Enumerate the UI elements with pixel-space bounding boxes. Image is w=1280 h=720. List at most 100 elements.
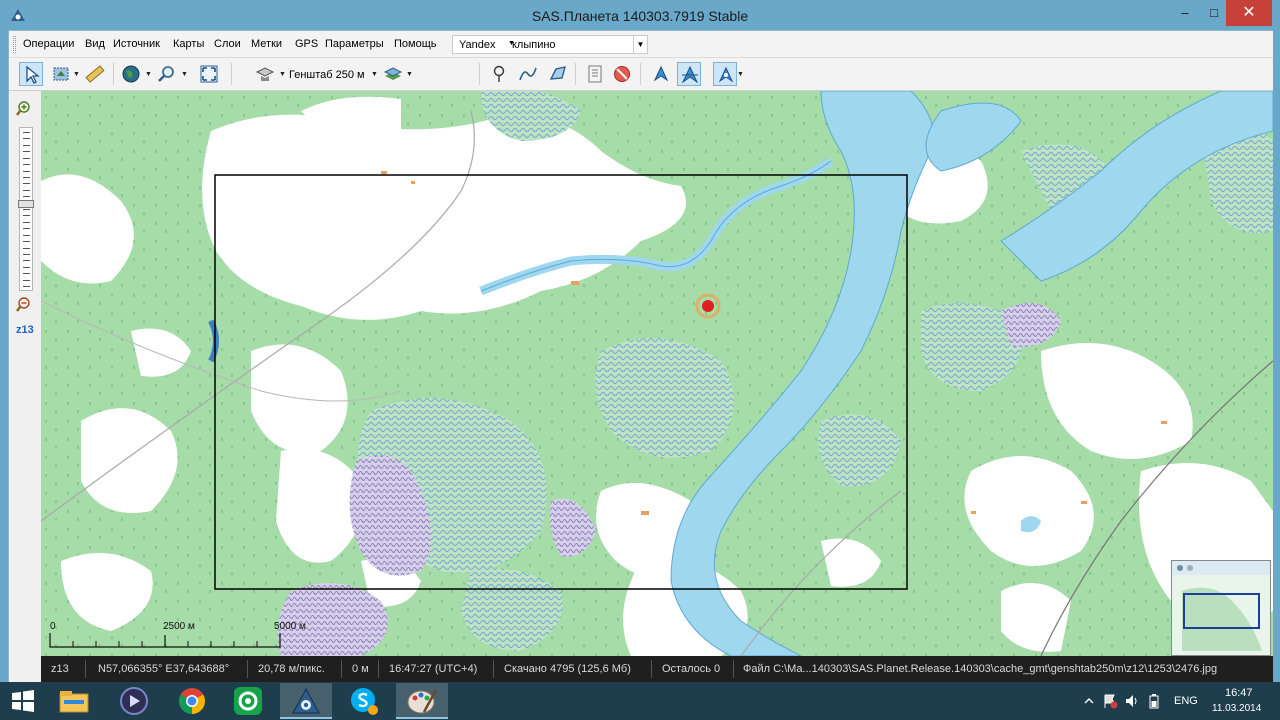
select-tool-button[interactable]	[19, 62, 43, 86]
chevron-down-icon[interactable]: ▼	[145, 71, 152, 78]
add-marker-button[interactable]	[487, 62, 511, 86]
taskbar-paint[interactable]	[396, 683, 448, 719]
volume-icon[interactable]	[1124, 693, 1140, 709]
select-icon	[26, 65, 40, 84]
zoom-in-button[interactable]	[16, 100, 34, 118]
zoom-tick	[23, 234, 30, 236]
globe-icon	[122, 65, 140, 83]
menu-maps[interactable]: Карты	[173, 38, 204, 50]
status-remaining: Осталось 0	[662, 663, 721, 675]
zoom-button[interactable]	[155, 62, 179, 86]
menu-operations[interactable]: Операции	[23, 38, 74, 50]
gps-track-button[interactable]	[677, 62, 701, 86]
chevron-down-icon[interactable]: ▼	[737, 71, 744, 78]
scale-bar: 0 2500 м 5000 м	[48, 621, 308, 651]
chevron-down-icon[interactable]: ▼	[73, 71, 80, 78]
map-canvas[interactable]	[41, 91, 1273, 656]
map-source-label[interactable]: Генштаб 250 м	[289, 69, 365, 81]
toolbar: ▼ ▼ ▼ ▼ Генштаб 250 м ▼ ▼ ▼	[9, 58, 1273, 91]
zoom-out-icon	[16, 297, 30, 312]
menubar-grip[interactable]	[13, 36, 16, 53]
marks-list-button[interactable]	[583, 62, 607, 86]
taskbar-chrome[interactable]	[166, 683, 218, 719]
zoom-tick	[23, 209, 30, 210]
zoom-tick	[23, 132, 30, 133]
status-zoom: z13	[51, 663, 69, 675]
language-indicator[interactable]: ENG	[1174, 695, 1198, 707]
add-polygon-button[interactable]	[546, 62, 570, 86]
clock-date[interactable]: 11.03.2014	[1212, 703, 1261, 714]
menu-source[interactable]: Источник	[113, 38, 160, 50]
minimize-button[interactable]: –	[1171, 0, 1199, 26]
zoom-tick	[23, 176, 30, 178]
path-icon	[519, 67, 537, 81]
globe-button[interactable]	[119, 62, 143, 86]
marker-icon	[493, 65, 505, 82]
zoom-icon	[158, 66, 174, 82]
explorer-icon	[59, 691, 89, 713]
zoom-tick	[23, 183, 30, 185]
maximize-button[interactable]: □	[1200, 0, 1228, 26]
chevron-down-icon[interactable]: ▼	[406, 71, 413, 78]
chevron-down-icon[interactable]: ▼	[279, 71, 286, 78]
status-downloaded: Скачано 4795 (125,6 Мб)	[504, 663, 631, 675]
map-type-button[interactable]	[253, 62, 277, 86]
taskbar-media[interactable]	[108, 683, 160, 719]
start-button[interactable]	[0, 683, 46, 719]
gps-center-button[interactable]	[713, 62, 737, 86]
zoom-tick	[23, 151, 30, 153]
taskbar-explorer[interactable]	[48, 683, 100, 719]
menu-help[interactable]: Помощь	[394, 38, 437, 50]
start-icon	[12, 690, 34, 712]
menu-gps[interactable]: GPS	[295, 38, 318, 50]
search-dropdown-button[interactable]: ▼	[633, 36, 647, 53]
sas-planet-icon	[292, 687, 320, 714]
taskbar-sas-planet[interactable]	[280, 683, 332, 719]
search-input[interactable]	[512, 37, 630, 52]
zoom-tick	[23, 260, 30, 262]
search-result-marker[interactable]	[702, 300, 714, 312]
area-select-button[interactable]	[49, 62, 73, 86]
zoom-tick	[23, 221, 30, 223]
zoom-tick	[23, 189, 30, 191]
zoom-tick	[23, 144, 30, 146]
gps-center-icon	[718, 66, 734, 83]
menu-settings[interactable]: Параметры	[325, 38, 384, 50]
zoom-panel: z13	[9, 91, 41, 683]
title-bar[interactable]: SAS.Планета 140303.7919 Stable – □ ✕	[0, 0, 1280, 30]
layers-button[interactable]	[381, 62, 405, 86]
zoom-tick	[23, 286, 30, 287]
tray-expand-icon[interactable]	[1084, 696, 1094, 706]
add-path-button[interactable]	[516, 62, 540, 86]
polygon-icon	[549, 66, 566, 80]
fullscreen-button[interactable]	[197, 62, 221, 86]
zoom-slider[interactable]	[18, 127, 34, 291]
minimap-canvas[interactable]	[1172, 561, 1270, 655]
zoom-out-button[interactable]	[16, 296, 34, 314]
zoom-tick	[23, 157, 30, 159]
clock-time[interactable]: 16:47	[1225, 687, 1253, 699]
taskbar-mail[interactable]	[222, 683, 274, 719]
gps-track-icon	[681, 65, 699, 84]
menu-marks[interactable]: Метки	[251, 38, 282, 50]
app-window: SAS.Планета 140303.7919 Stable – □ ✕ Опе…	[0, 0, 1280, 683]
map-view[interactable]: 0 2500 м 5000 м	[41, 91, 1273, 656]
ruler-button[interactable]	[83, 62, 107, 86]
gps-button[interactable]	[649, 62, 673, 86]
taskbar-skype[interactable]	[338, 683, 390, 719]
zoom-tick	[23, 279, 30, 281]
zoom-tick	[23, 228, 30, 230]
flag-warning-icon[interactable]	[1102, 693, 1118, 709]
search-provider[interactable]: Yandex	[459, 39, 496, 51]
battery-icon[interactable]	[1146, 693, 1162, 709]
map-type-icon	[255, 67, 275, 81]
menu-view[interactable]: Вид	[85, 38, 105, 50]
zoom-tick	[23, 266, 30, 268]
hide-marks-button[interactable]	[610, 62, 634, 86]
minimap[interactable]	[1171, 560, 1271, 656]
close-button[interactable]: ✕	[1226, 0, 1272, 26]
menu-layers[interactable]: Слои	[214, 38, 241, 50]
zoom-slider-thumb[interactable]	[18, 200, 34, 208]
chevron-down-icon[interactable]: ▼	[371, 71, 378, 78]
chevron-down-icon[interactable]: ▼	[181, 71, 188, 78]
